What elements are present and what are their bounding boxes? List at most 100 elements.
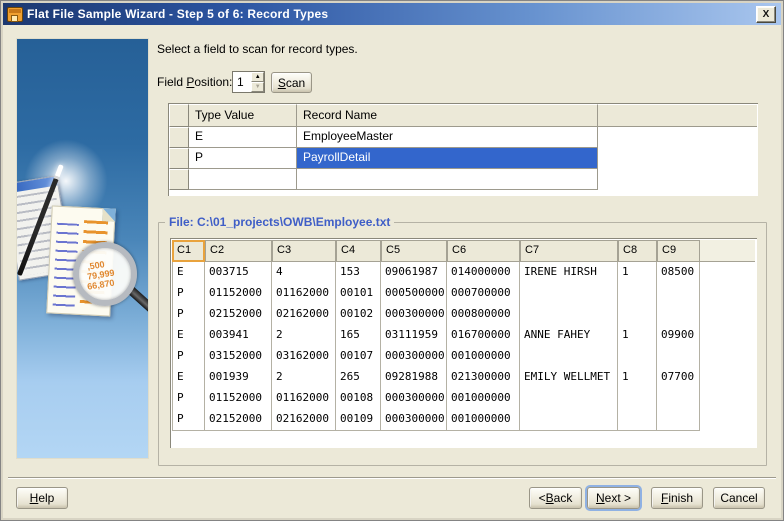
column-header-c9[interactable]: C9 [657,240,700,262]
table-cell[interactable]: P [172,346,205,367]
table-cell[interactable]: 02162000 [272,304,336,325]
table-cell[interactable]: 003941 [205,325,272,346]
table-cell[interactable]: 07700 [657,367,700,388]
type-value-cell[interactable]: P [189,148,297,169]
table-cell[interactable]: 02162000 [272,409,336,430]
table-cell[interactable]: 00102 [336,304,381,325]
table-cell[interactable]: 00109 [336,409,381,430]
table-cell[interactable]: 1 [618,367,657,388]
field-position-spinner[interactable]: 1 ▲ ▼ [232,71,265,93]
table-cell[interactable]: 001000000 [447,409,520,430]
table-cell[interactable]: 01162000 [272,388,336,409]
table-cell[interactable] [657,304,700,325]
table-cell[interactable]: 014000000 [447,262,520,283]
table-cell[interactable] [618,283,657,304]
table-cell[interactable]: P [172,409,205,430]
table-cell[interactable]: 021300000 [447,367,520,388]
table-cell[interactable]: 09281988 [381,367,447,388]
finish-button[interactable]: Finish [651,487,703,509]
table-cell[interactable]: 001000000 [447,388,520,409]
table-cell[interactable] [618,388,657,409]
table-cell[interactable]: ANNE FAHEY [520,325,618,346]
table-cell[interactable] [618,304,657,325]
table-cell[interactable]: 08500 [657,262,700,283]
back-button[interactable]: < Back [529,487,582,509]
column-header-record-name[interactable]: Record Name [297,104,598,127]
column-header-c2[interactable]: C2 [205,240,272,262]
table-cell[interactable]: 4 [272,262,336,283]
type-value-cell[interactable] [189,169,297,190]
table-cell[interactable]: 153 [336,262,381,283]
table-cell[interactable]: 000500000 [381,283,447,304]
table-cell[interactable] [618,346,657,367]
table-cell[interactable]: 09061987 [381,262,447,283]
row-header[interactable] [169,148,189,169]
table-cell[interactable] [657,388,700,409]
column-header-c4[interactable]: C4 [336,240,381,262]
row-header[interactable] [169,127,189,148]
table-cell[interactable]: P [172,304,205,325]
table-cell[interactable] [520,388,618,409]
table-cell[interactable]: 2 [272,367,336,388]
table-cell[interactable] [657,283,700,304]
table-cell[interactable]: 01162000 [272,283,336,304]
table-cell[interactable]: 165 [336,325,381,346]
column-header-c7[interactable]: C7 [520,240,618,262]
close-button[interactable]: X [756,6,776,23]
table-cell[interactable]: 03152000 [205,346,272,367]
table-cell[interactable]: 01152000 [205,388,272,409]
table-cell[interactable]: EMILY WELLMET [520,367,618,388]
table-cell[interactable]: E [172,262,205,283]
table-cell[interactable]: 02152000 [205,304,272,325]
record-name-cell[interactable]: PayrollDetail [297,148,598,169]
table-cell[interactable] [520,409,618,430]
table-cell[interactable]: 00101 [336,283,381,304]
table-cell[interactable]: 000300000 [381,388,447,409]
table-cell[interactable]: 000300000 [381,409,447,430]
table-cell[interactable] [520,304,618,325]
record-name-cell[interactable]: EmployeeMaster [297,127,598,148]
table-cell[interactable]: 016700000 [447,325,520,346]
next-button[interactable]: Next > [587,487,640,509]
title-bar[interactable]: Flat File Sample Wizard - Step 5 of 6: R… [3,3,781,25]
table-cell[interactable]: IRENE HIRSH [520,262,618,283]
table-cell[interactable]: 000300000 [381,304,447,325]
table-cell[interactable]: 01152000 [205,283,272,304]
table-cell[interactable]: 003715 [205,262,272,283]
help-button[interactable]: Help [16,487,68,509]
column-header-c3[interactable]: C3 [272,240,336,262]
column-header-c5[interactable]: C5 [381,240,447,262]
table-cell[interactable]: 265 [336,367,381,388]
table-cell[interactable]: 09900 [657,325,700,346]
column-header-c1[interactable]: C1 [172,240,205,262]
table-cell[interactable]: 000300000 [381,346,447,367]
table-cell[interactable]: E [172,325,205,346]
table-cell[interactable]: 1 [618,325,657,346]
table-cell[interactable] [520,283,618,304]
cancel-button[interactable]: Cancel [713,487,765,509]
table-cell[interactable] [520,346,618,367]
table-cell[interactable]: P [172,283,205,304]
table-cell[interactable]: 000800000 [447,304,520,325]
table-cell[interactable]: 00107 [336,346,381,367]
table-cell[interactable]: 000700000 [447,283,520,304]
table-cell[interactable] [618,409,657,430]
table-cell[interactable]: 2 [272,325,336,346]
table-cell[interactable] [657,409,700,430]
column-header-c6[interactable]: C6 [447,240,520,262]
table-cell[interactable]: 001939 [205,367,272,388]
type-value-cell[interactable]: E [189,127,297,148]
scan-button[interactable]: Scan [271,72,312,93]
table-cell[interactable]: P [172,388,205,409]
table-cell[interactable]: 00108 [336,388,381,409]
table-cell[interactable]: 03111959 [381,325,447,346]
table-cell[interactable]: 1 [618,262,657,283]
field-position-value[interactable]: 1 [233,72,251,92]
table-cell[interactable]: 02152000 [205,409,272,430]
column-header-c8[interactable]: C8 [618,240,657,262]
table-cell[interactable] [657,346,700,367]
table-cell[interactable]: 03162000 [272,346,336,367]
spinner-up-button[interactable]: ▲ [251,72,264,82]
row-header[interactable] [169,169,189,190]
record-name-cell[interactable] [297,169,598,190]
